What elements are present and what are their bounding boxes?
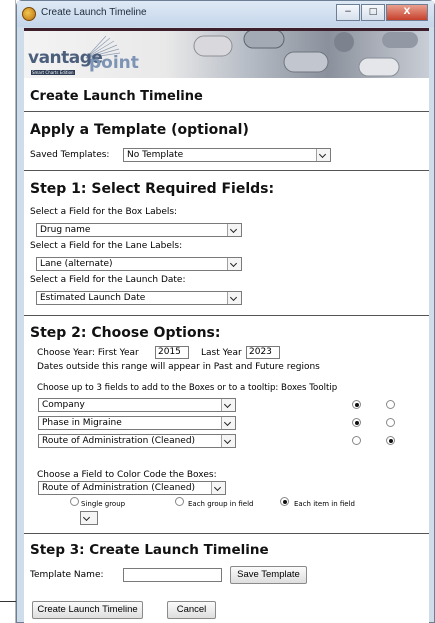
extra-field-select-3[interactable]: Route of Administration (Cleaned) bbox=[38, 434, 236, 448]
save-template-button[interactable]: Save Template bbox=[230, 566, 307, 584]
chevron-down-icon bbox=[221, 399, 235, 411]
chevron-down-icon bbox=[227, 258, 241, 270]
chevron-down-icon bbox=[227, 224, 241, 236]
range-note: Dates outside this range will appear in … bbox=[37, 362, 320, 372]
each-group-radio[interactable] bbox=[175, 497, 184, 506]
lane-labels-label: Select a Field for the Lane Labels: bbox=[30, 241, 183, 251]
cancel-button[interactable]: Cancel bbox=[167, 601, 216, 619]
extra-field-value: Company bbox=[42, 400, 85, 410]
step3-heading: Step 3: Create Launch Timeline bbox=[30, 542, 269, 558]
step2-heading: Step 2: Choose Options: bbox=[30, 325, 221, 341]
extra-field-value: Route of Administration (Cleaned) bbox=[42, 436, 196, 446]
chevron-down-icon bbox=[221, 417, 235, 429]
single-group-label: Single group bbox=[81, 500, 126, 508]
window-title: Create Launch Timeline bbox=[41, 7, 147, 18]
single-group-radio[interactable] bbox=[70, 497, 79, 506]
step1-heading: Step 1: Select Required Fields: bbox=[30, 181, 275, 197]
background-window-edge bbox=[0, 0, 16, 623]
lane-labels-select[interactable]: Lane (alternate) bbox=[36, 257, 242, 271]
create-launch-timeline-button[interactable]: Create Launch Timeline bbox=[32, 601, 143, 619]
extra-field-select-1[interactable]: Company bbox=[38, 398, 236, 412]
dialog-window: Create Launch Timeline − □ X vantage poi… bbox=[16, 0, 435, 623]
saved-templates-label: Saved Templates: bbox=[30, 150, 110, 160]
box-labels-select[interactable]: Drug name bbox=[36, 223, 242, 237]
last-year-label: Last Year bbox=[201, 348, 242, 358]
field3-boxes-radio[interactable] bbox=[352, 436, 361, 445]
app-icon bbox=[22, 7, 36, 21]
logo-point-text: point bbox=[89, 53, 139, 73]
color-code-label: Choose a Field to Color Code the Boxes: bbox=[37, 470, 217, 480]
minimize-button[interactable]: − bbox=[336, 4, 360, 21]
chevron-down-icon bbox=[316, 149, 330, 161]
field2-boxes-radio[interactable] bbox=[352, 418, 361, 427]
extra-field-select-2[interactable]: Phase in Migraine bbox=[38, 416, 236, 430]
template-name-label: Template Name: bbox=[30, 570, 104, 580]
field1-boxes-radio[interactable] bbox=[352, 400, 361, 409]
color-code-value: Route of Administration (Cleaned) bbox=[42, 483, 196, 493]
background-divider bbox=[0, 601, 16, 602]
title-bar[interactable]: Create Launch Timeline − □ X bbox=[17, 1, 434, 27]
lane-labels-value: Lane (alternate) bbox=[40, 259, 113, 269]
page-title: Create Launch Timeline bbox=[30, 89, 203, 104]
color-group-select[interactable] bbox=[80, 511, 98, 525]
divider bbox=[24, 315, 429, 316]
saved-templates-value: No Template bbox=[127, 150, 184, 160]
each-item-label: Each item in field bbox=[294, 500, 355, 508]
template-name-input[interactable] bbox=[123, 568, 222, 582]
launch-date-label: Select a Field for the Launch Date: bbox=[30, 275, 186, 285]
fields-label: Choose up to 3 fields to add to the Boxe… bbox=[37, 383, 338, 393]
dialog-content: vantage point Smart Charts Edition Creat… bbox=[24, 28, 429, 623]
field1-tooltip-radio[interactable] bbox=[386, 400, 395, 409]
field2-tooltip-radio[interactable] bbox=[386, 418, 395, 427]
template-heading: Apply a Template (optional) bbox=[30, 122, 249, 138]
each-item-radio[interactable] bbox=[280, 497, 289, 506]
color-code-select[interactable]: Route of Administration (Cleaned) bbox=[38, 481, 226, 495]
maximize-button[interactable]: □ bbox=[361, 4, 385, 21]
last-year-input[interactable]: 2023 bbox=[246, 346, 280, 359]
vantage-point-banner: vantage point Smart Charts Edition bbox=[24, 28, 429, 78]
saved-templates-select[interactable]: No Template bbox=[123, 148, 331, 162]
chevron-down-icon bbox=[227, 292, 241, 304]
divider bbox=[24, 170, 429, 171]
divider bbox=[24, 111, 429, 112]
pills-photo bbox=[193, 31, 418, 77]
box-labels-label: Select a Field for the Box Labels: bbox=[30, 207, 178, 217]
logo-edition-tag: Smart Charts Edition bbox=[31, 70, 75, 75]
chevron-down-icon bbox=[211, 482, 225, 494]
extra-field-value: Phase in Migraine bbox=[42, 418, 122, 428]
first-year-label: Choose Year: First Year bbox=[37, 348, 139, 358]
box-labels-value: Drug name bbox=[40, 225, 91, 235]
first-year-input[interactable]: 2015 bbox=[155, 346, 189, 359]
chevron-down-icon bbox=[81, 512, 97, 524]
divider bbox=[24, 533, 429, 534]
chevron-down-icon bbox=[221, 435, 235, 447]
launch-date-select[interactable]: Estimated Launch Date bbox=[36, 291, 242, 305]
each-group-label: Each group in field bbox=[188, 500, 254, 508]
close-button[interactable]: X bbox=[386, 4, 428, 21]
launch-date-value: Estimated Launch Date bbox=[40, 293, 146, 303]
field3-tooltip-radio[interactable] bbox=[386, 436, 395, 445]
